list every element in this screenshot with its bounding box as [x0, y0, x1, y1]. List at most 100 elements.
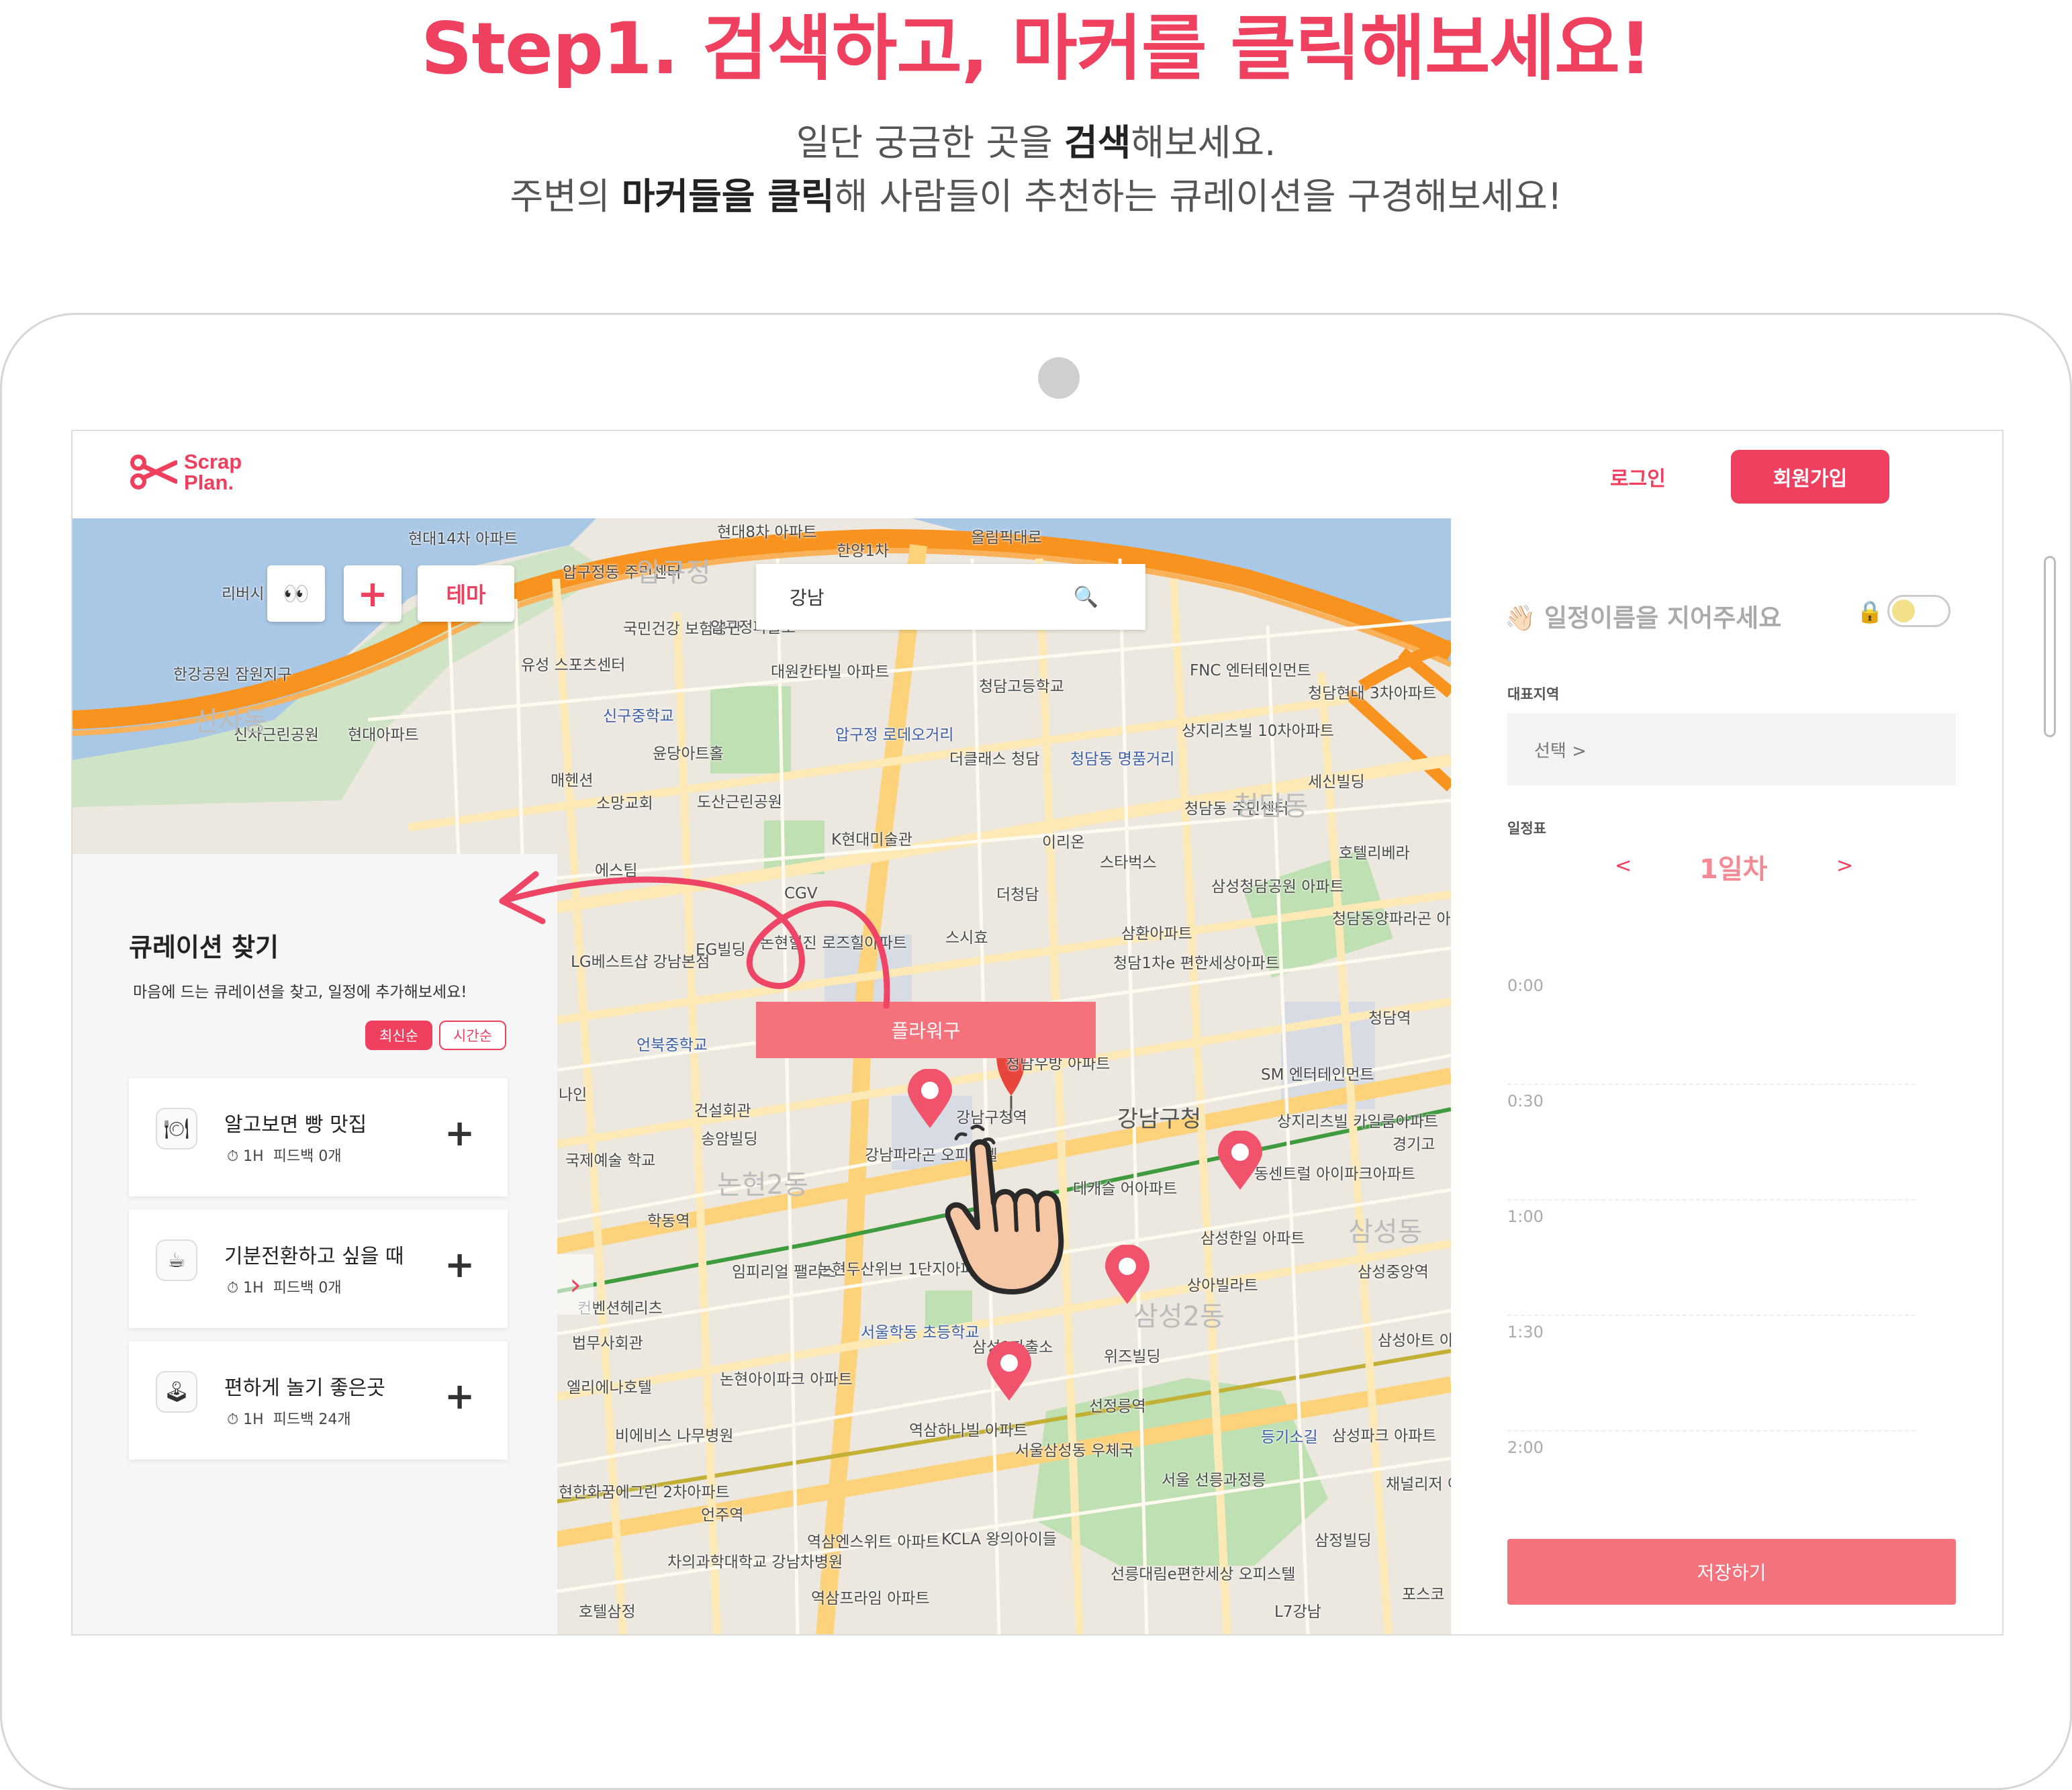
- map-label: 청담동양파라곤 아파트: [1332, 910, 1451, 928]
- map-label: 압구정: [637, 557, 711, 588]
- prev-day-button[interactable]: <: [1615, 854, 1632, 878]
- add-curation-button[interactable]: +: [444, 1245, 475, 1285]
- time-slot[interactable]: 1:30: [1507, 1316, 1916, 1431]
- time-slot[interactable]: 0:30: [1507, 1085, 1916, 1200]
- map-label: 삼성파크 아파트: [1332, 1427, 1437, 1445]
- map-label: 서울삼성동 우체국: [1015, 1442, 1134, 1460]
- curved-arrow-annotation: [499, 871, 890, 1008]
- map-label: 상아빌라트: [1187, 1277, 1258, 1294]
- coffee-icon: ☕: [156, 1239, 197, 1281]
- time-slot[interactable]: 2:00: [1507, 1431, 1916, 1547]
- curation-meta: ⏱ 1H 피드백 24개: [227, 1411, 351, 1428]
- map-label: 청담고등학교: [979, 678, 1064, 696]
- map-label: 청담우방 아파트: [1006, 1055, 1111, 1073]
- curation-marker-icon[interactable]: [986, 1341, 1033, 1402]
- sort-time-button[interactable]: 시간순: [439, 1021, 506, 1050]
- map-label: 나인: [559, 1086, 587, 1104]
- map-label: 상지리츠빌 10차아파트: [1182, 722, 1335, 740]
- map-label: 호텔리베라: [1339, 845, 1410, 862]
- map-label: 삼성중앙역: [1358, 1264, 1429, 1281]
- map-label: 청담현대 3차아파트: [1308, 685, 1437, 702]
- curation-card[interactable]: 🕹 편하게 놀기 좋은곳 ⏱ 1H 피드백 24개 +: [129, 1341, 508, 1460]
- region-label: 대표지역: [1507, 686, 1560, 702]
- map-view[interactable]: 현대14차 아파트 현대8차 아파트 한양1차 올림픽대로 압구정동 주민센터 …: [73, 518, 1451, 1634]
- add-curation-button[interactable]: +: [444, 1113, 475, 1153]
- map-label: 신구중학교: [603, 708, 674, 725]
- map-label: L7강남: [1274, 1603, 1321, 1621]
- curation-marker-icon[interactable]: [1217, 1131, 1264, 1191]
- map-label: 스시효: [945, 929, 988, 947]
- curation-card[interactable]: ☕ 기분전환하고 싶을 때 ⏱ 1H 피드백 0개 +: [129, 1210, 508, 1328]
- privacy-toggle[interactable]: [1887, 595, 1950, 627]
- tablet-camera: [1038, 357, 1080, 399]
- map-label: 청담역: [1368, 1010, 1411, 1027]
- search-icon[interactable]: 🔍: [1074, 585, 1098, 609]
- map-label: 학동역: [647, 1213, 690, 1230]
- map-label: 역삼프라임 아파트: [811, 1590, 930, 1607]
- map-label: 언주역: [701, 1507, 744, 1524]
- logo-text: Scrap Plan.: [184, 450, 242, 494]
- logo[interactable]: Scrap Plan.: [129, 451, 258, 493]
- login-link[interactable]: 로그인: [1610, 462, 1666, 491]
- map-label: 호텔삼정: [579, 1603, 636, 1621]
- map-label: 법무사회관: [572, 1335, 643, 1352]
- map-label: 동센트럴 아이파크아파트: [1254, 1166, 1416, 1183]
- map-label: 이리온: [1042, 834, 1085, 851]
- map-label: 더클래스 청담: [949, 751, 1040, 768]
- map-label: 신사동: [193, 706, 268, 737]
- map-label: 삼성2동: [1133, 1301, 1225, 1332]
- map-label: 한양1차: [837, 543, 890, 560]
- sort-latest-button[interactable]: 최신순: [365, 1021, 432, 1050]
- map-label: 서울 선릉과정릉: [1162, 1472, 1266, 1489]
- map-label: 포스코: [1402, 1586, 1445, 1603]
- hand-pointer-icon: [945, 1124, 1064, 1294]
- subtitle-line-1: 일단 궁금한 곳을 검색해보세요.: [796, 122, 1276, 164]
- map-label: 언북중학교: [637, 1037, 708, 1054]
- map-label: 역삼하나빌 아파트: [909, 1422, 1028, 1440]
- curation-title: 알고보면 빵 맛집: [224, 1113, 367, 1137]
- map-label: 대원칸타빌 아파트: [771, 663, 890, 681]
- map-label: 송암빌딩: [701, 1131, 758, 1148]
- search-input[interactable]: 강남 🔍: [756, 564, 1145, 630]
- plan-panel: 👋🏻 일정이름을 지어주세요 🔒 대표지역 선택 > 일정표 < 1일차 > 0…: [1451, 518, 2002, 1634]
- panel-toggle-arrow[interactable]: ›: [557, 1254, 594, 1315]
- timer-icon: ⏱: [227, 1411, 244, 1428]
- app-header: Scrap Plan. 로그인 회원가입: [73, 431, 2002, 518]
- plan-name-input[interactable]: 👋🏻 일정이름을 지어주세요: [1505, 598, 1781, 634]
- map-label: 삼정빌딩: [1315, 1532, 1372, 1550]
- map-label: 현대14차 아파트: [408, 530, 518, 548]
- app-screen: Scrap Plan. 로그인 회원가입 현대14차 아파트 현대8차 아파트 …: [71, 430, 2004, 1636]
- panel-title: 큐레이션 찾기: [129, 933, 279, 962]
- map-label: SM 엔터테인먼트: [1261, 1066, 1374, 1084]
- map-label: 올림픽대로: [971, 529, 1042, 547]
- save-button[interactable]: 저장하기: [1507, 1539, 1956, 1605]
- region-select[interactable]: 선택 >: [1507, 713, 1956, 786]
- time-slot[interactable]: 0:00: [1507, 970, 1916, 1085]
- next-day-button[interactable]: >: [1836, 854, 1853, 878]
- signup-button[interactable]: 회원가입: [1731, 450, 1889, 504]
- view-toggle-button[interactable]: 👀: [267, 565, 325, 622]
- map-label: 삼성동: [1348, 1217, 1423, 1247]
- time-slot[interactable]: 1:00: [1507, 1200, 1916, 1316]
- curation-meta: ⏱ 1H 피드백 0개: [227, 1280, 342, 1297]
- add-curation-button[interactable]: +: [444, 1376, 475, 1417]
- day-label: 1일차: [1699, 854, 1768, 885]
- map-label: 논현아이파크 아파트: [720, 1371, 853, 1388]
- curation-title: 편하게 놀기 좋은곳: [224, 1376, 385, 1400]
- curation-title: 기분전환하고 싶을 때: [224, 1245, 404, 1268]
- lock-icon: 🔒: [1856, 599, 1883, 624]
- map-label: 삼성청담공원 아파트: [1211, 878, 1344, 896]
- curation-card[interactable]: 🍽 알고보면 빵 맛집 ⏱ 1H 피드백 0개 +: [129, 1078, 508, 1196]
- place-tag[interactable]: 플라워구: [756, 1002, 1096, 1058]
- map-label: 채널리저 아파트: [1386, 1476, 1451, 1493]
- search-value: 강남: [790, 587, 825, 609]
- map-label: 청담1차e 편한세상아파트: [1113, 955, 1280, 972]
- curation-meta: ⏱ 1H 피드백 0개: [227, 1148, 342, 1165]
- map-label: 국제예술 학교: [565, 1152, 656, 1170]
- toggle-knob: [1892, 600, 1915, 622]
- map-label: 차의과학대학교 강남차병원: [667, 1554, 843, 1571]
- theme-button[interactable]: 테마: [418, 565, 514, 622]
- map-label: 한강공원 잠원지구: [173, 666, 292, 684]
- add-button[interactable]: +: [344, 565, 402, 622]
- curation-marker-icon[interactable]: [906, 1069, 953, 1129]
